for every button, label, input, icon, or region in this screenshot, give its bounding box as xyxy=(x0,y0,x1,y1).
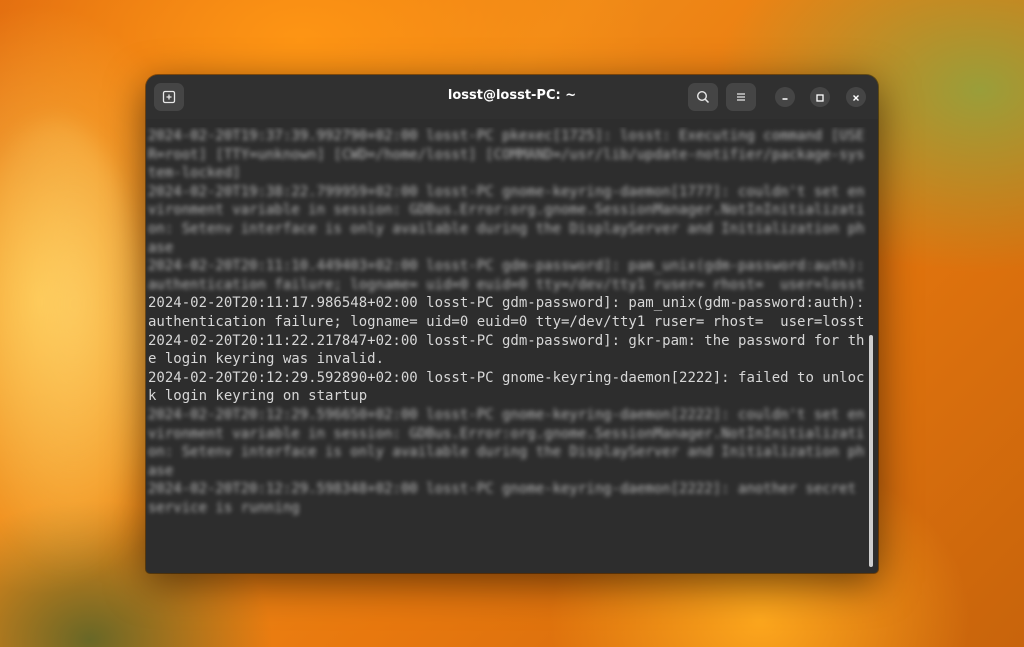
maximize-icon xyxy=(815,88,825,107)
log-line: 2024-02-20T20:11:22.217847+02:00 losst-P… xyxy=(148,332,865,368)
menu-button[interactable] xyxy=(726,83,756,111)
log-line: 2024-02-20T20:12:29.592890+02:00 losst-P… xyxy=(148,369,865,405)
log-line: 2024-02-20T19:37:39.992790+02:00 losst-P… xyxy=(148,128,865,182)
minimize-icon xyxy=(780,88,790,107)
window-title: losst@losst-PC: ~ xyxy=(447,88,577,103)
close-icon xyxy=(851,88,861,107)
hamburger-menu-icon xyxy=(734,90,748,104)
terminal-window[interactable]: losst@losst-PC: ~ 2024-02-20T19:37:39.99… xyxy=(146,75,878,573)
terminal-output[interactable]: 2024-02-20T19:37:39.992790+02:00 losst-P… xyxy=(146,127,868,567)
maximize-button[interactable] xyxy=(810,87,830,107)
scrollbar[interactable] xyxy=(869,335,873,567)
minimize-button[interactable] xyxy=(775,87,795,107)
log-line: 2024-02-20T20:12:29.598348+02:00 losst-P… xyxy=(148,481,865,516)
window-titlebar[interactable]: losst@losst-PC: ~ xyxy=(146,75,878,119)
log-line: 2024-02-20T20:12:29.596650+02:00 losst-P… xyxy=(148,406,865,479)
search-icon xyxy=(696,90,710,104)
log-line: 2024-02-20T20:11:17.986548+02:00 losst-P… xyxy=(148,295,865,330)
log-line: 2024-02-20T20:11:10.449403+02:00 losst-P… xyxy=(148,258,865,293)
wallpaper-decoration xyxy=(0,120,150,580)
log-line: 2024-02-20T19:38:22.799959+02:00 losst-P… xyxy=(148,183,865,256)
close-button[interactable] xyxy=(846,87,866,107)
search-button[interactable] xyxy=(688,83,718,111)
